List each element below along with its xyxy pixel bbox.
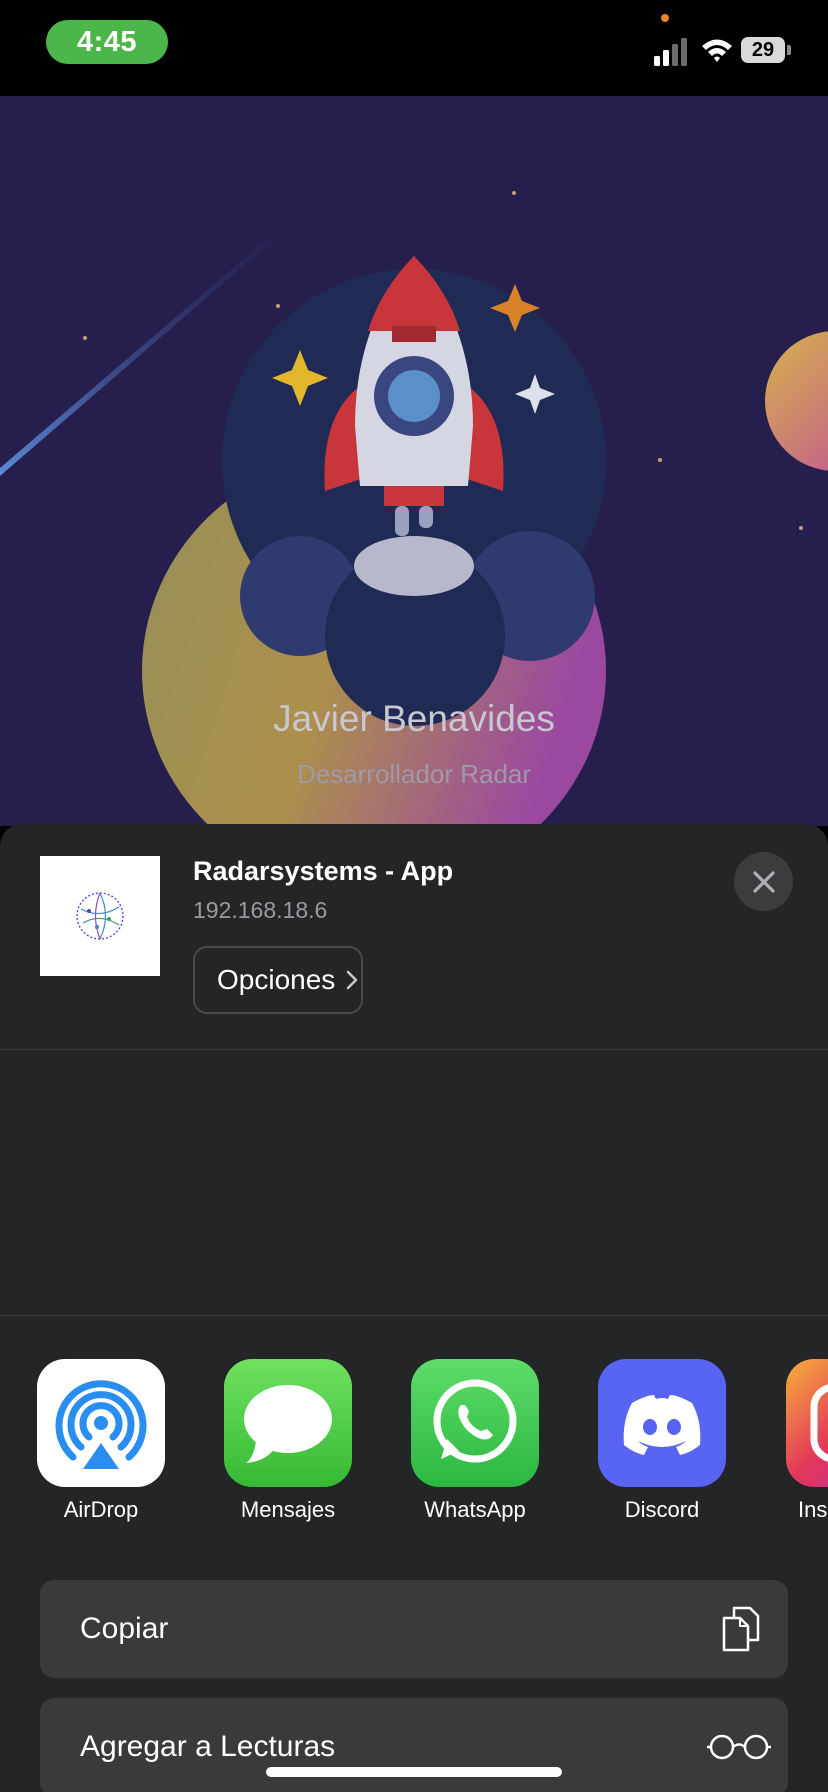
app-label: WhatsApp — [424, 1497, 526, 1522]
web-page-background: Javier Benavides Desarrollador Radar — [0, 96, 828, 826]
divider — [0, 1049, 828, 1050]
share-subtitle: 192.168.18.6 — [193, 897, 328, 923]
discord-icon — [598, 1359, 726, 1487]
divider — [0, 1315, 828, 1316]
whatsapp-icon — [411, 1359, 539, 1487]
airdrop-icon — [37, 1359, 165, 1487]
action-label: Copiar — [80, 1612, 169, 1645]
chevron-right-icon — [347, 970, 358, 990]
share-app-whatsapp[interactable]: WhatsApp — [400, 1359, 550, 1523]
status-bar: 4:45 29 — [0, 0, 828, 96]
messages-icon — [224, 1359, 352, 1487]
action-label: Agregar a Lecturas — [80, 1730, 336, 1763]
profile-role: Desarrollador Radar — [296, 759, 532, 789]
profile-name: Javier Benavides — [273, 698, 555, 739]
cellular-signal-icon — [654, 38, 687, 66]
share-app-airdrop[interactable]: AirDrop — [26, 1359, 176, 1523]
share-app-discord[interactable]: Discord — [587, 1359, 737, 1523]
battery-cap — [787, 45, 791, 55]
battery-indicator: 29 — [741, 37, 791, 63]
home-indicator[interactable] — [266, 1767, 562, 1777]
battery-level: 29 — [741, 37, 785, 63]
close-icon — [752, 870, 775, 893]
site-thumbnail — [40, 856, 160, 976]
action-copy[interactable]: Copiar — [40, 1580, 788, 1678]
reading-glasses-icon — [707, 1734, 771, 1760]
options-label: Opciones — [217, 964, 336, 995]
share-apps-row: AirDrop Mensajes WhatsApp Discord Ins — [0, 1359, 828, 1559]
app-label: Mensajes — [240, 1497, 336, 1522]
copy-icon — [722, 1606, 760, 1652]
instagram-icon — [786, 1359, 828, 1487]
app-label: Ins — [798, 1497, 828, 1522]
share-app-mensajes[interactable]: Mensajes — [213, 1359, 363, 1523]
status-time: 4:45 — [46, 20, 168, 64]
wifi-icon — [702, 39, 732, 62]
share-sheet: Radarsystems - App 192.168.18.6 Opciones — [0, 824, 828, 1792]
options-button[interactable]: Opciones — [193, 946, 363, 1014]
app-label: AirDrop — [63, 1497, 139, 1522]
close-button[interactable] — [734, 852, 793, 911]
privacy-indicator-dot — [661, 14, 669, 22]
share-app-instagram[interactable]: Ins — [774, 1359, 828, 1523]
action-add-to-reading-list[interactable]: Agregar a Lecturas — [40, 1698, 788, 1792]
share-title: Radarsystems - App — [193, 856, 454, 886]
app-label: Discord — [624, 1497, 700, 1522]
radar-globe-logo — [76, 892, 124, 940]
